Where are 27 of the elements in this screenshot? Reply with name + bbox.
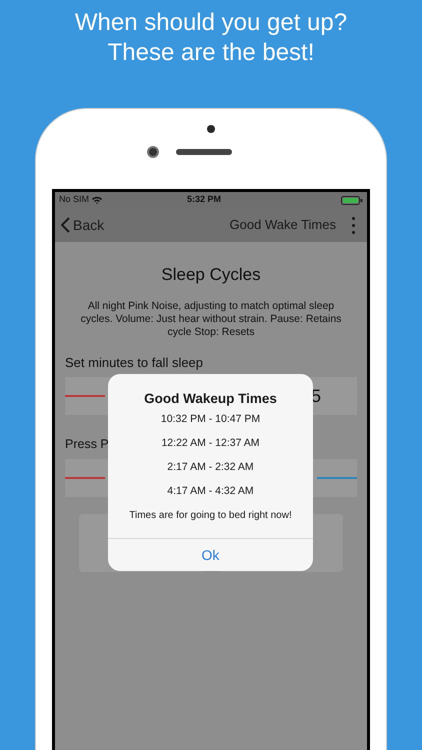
chevron-left-icon	[61, 217, 70, 233]
slider-line	[317, 476, 357, 479]
screen-title: Sleep Cycles	[161, 264, 261, 286]
ok-button[interactable]: Ok	[108, 539, 313, 572]
wifi-icon	[92, 196, 102, 204]
time-range: 12:22 AM - 12:37 AM	[161, 436, 260, 450]
time-range: 2:17 AM - 2:32 AM	[167, 460, 254, 474]
speaker-icon	[176, 149, 232, 155]
time-range: 4:17 AM - 4:32 AM	[167, 484, 254, 498]
dialog-note: Times are for going to bed right now!	[129, 509, 292, 524]
clock-text: 5:32 PM	[187, 193, 222, 206]
dialog-title: Good Wakeup Times	[144, 390, 277, 408]
nav-title: Good Wake Times	[230, 216, 336, 234]
headline: When should you get up?	[74, 8, 348, 38]
slider-line	[65, 476, 105, 479]
description-text: All night Pink Noise, adjusting to match optimal sleep cycles. Volume: Just hear without strain. Pause: Retains cycle Stop: Resets	[80, 300, 342, 338]
headline: These are the best!	[108, 38, 314, 68]
camera-icon	[147, 146, 159, 158]
time-range: 10:32 PM - 10:47 PM	[160, 412, 260, 426]
sensor-icon	[207, 125, 215, 133]
back-button[interactable]: Back	[61, 214, 104, 236]
battery-icon	[341, 196, 363, 204]
carrier-text: No SIM	[59, 193, 90, 206]
section-label: Press P	[65, 436, 109, 453]
section-label: Set minutes to fall sleep	[65, 354, 204, 372]
more-menu-icon[interactable]	[352, 216, 355, 234]
slider-line	[65, 395, 105, 397]
